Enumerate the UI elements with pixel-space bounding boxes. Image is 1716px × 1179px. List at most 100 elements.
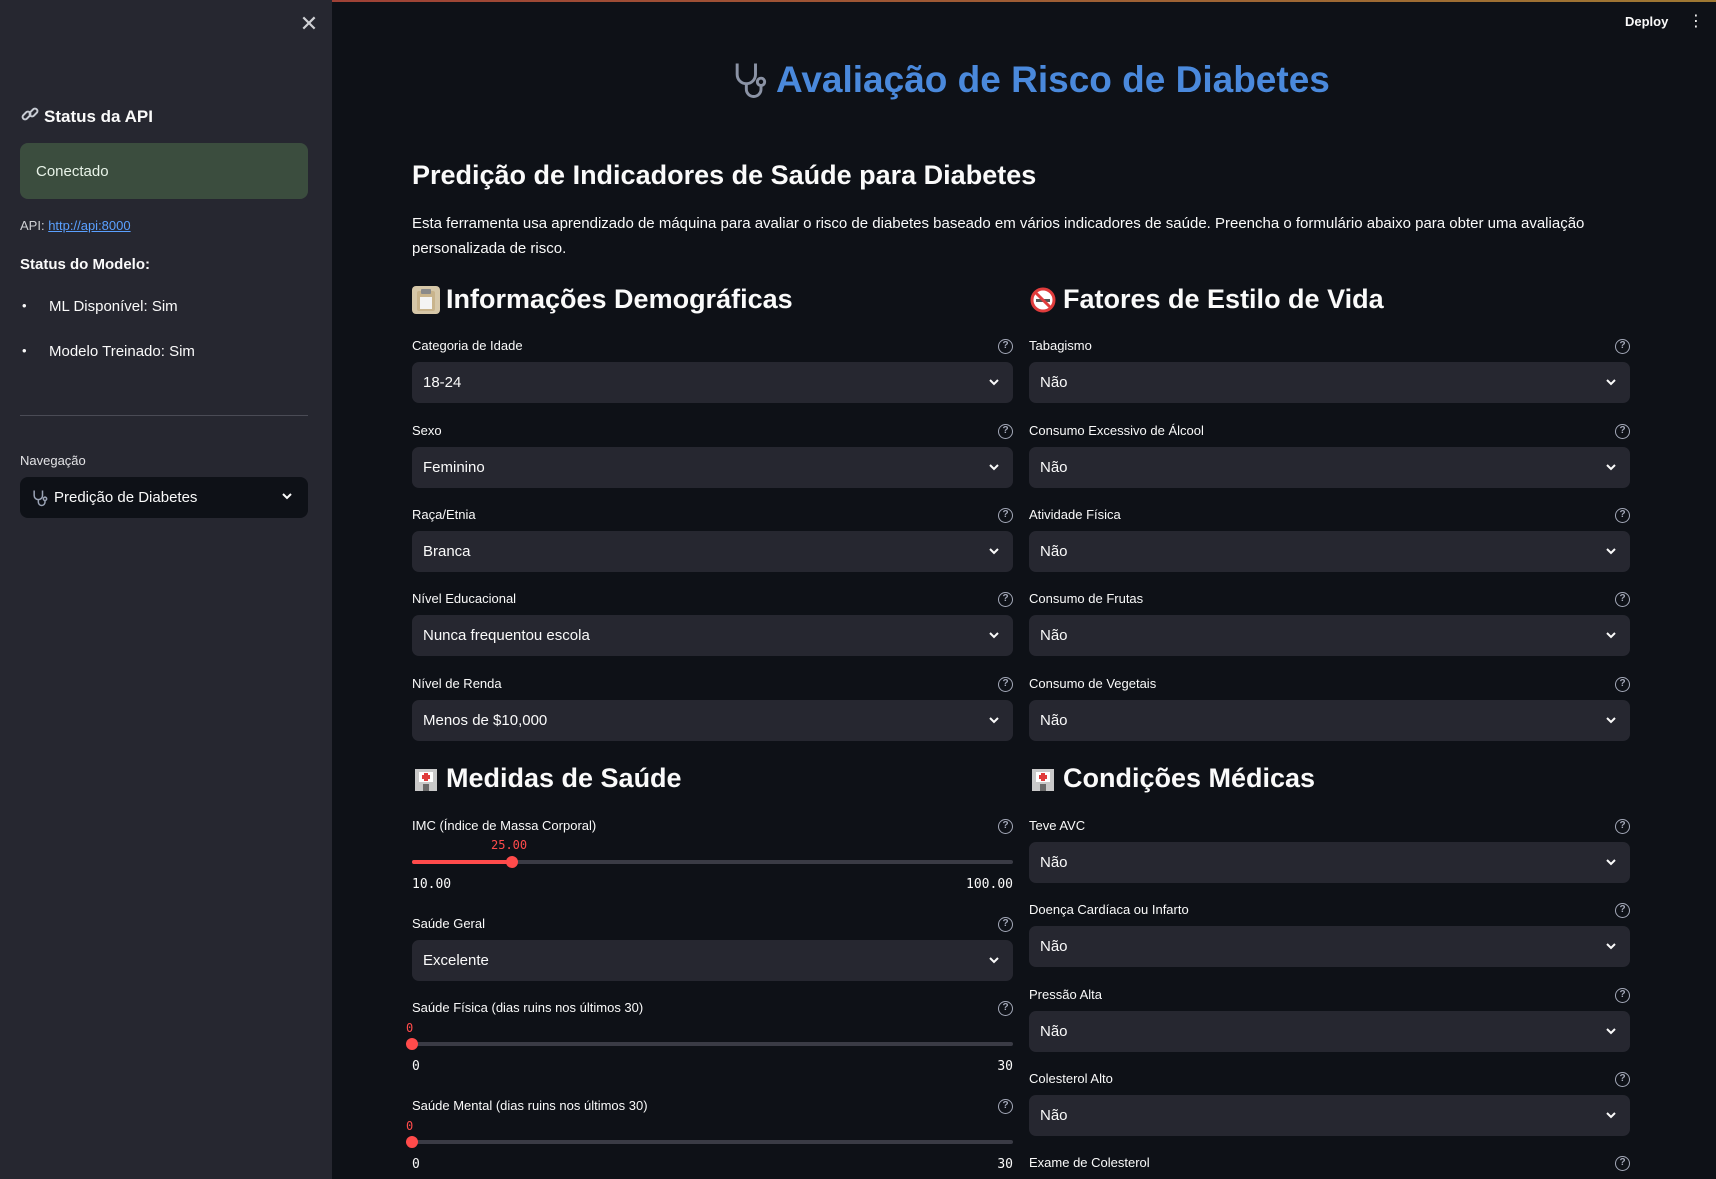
deploy-button[interactable]: Deploy [1625, 14, 1668, 29]
help-circle-icon[interactable]: ? [1615, 1156, 1630, 1171]
bmi-current-value: 25.00 [491, 838, 528, 852]
physical-activity-select[interactable]: Não [1029, 531, 1630, 572]
close-icon[interactable]: ✕ [298, 13, 320, 35]
education-select[interactable]: Nunca frequentou escola [412, 615, 1013, 656]
help-circle-icon[interactable]: ? [1615, 592, 1630, 607]
help-circle-icon[interactable]: ? [1615, 677, 1630, 692]
fruits-select[interactable]: Não [1029, 615, 1630, 656]
mental-health-label: Saúde Mental (dias ruins nos últimos 30) [412, 1098, 648, 1113]
connection-status-text: Conectado [36, 162, 109, 180]
help-circle-icon[interactable]: ? [998, 339, 1013, 354]
help-circle-icon[interactable]: ? [1615, 988, 1630, 1003]
hospital-icon [1029, 765, 1057, 793]
mental-health-max: 30 [997, 1157, 1013, 1172]
help-circle-icon[interactable]: ? [998, 819, 1013, 834]
smoking-select[interactable]: Não [1029, 362, 1630, 403]
nav-select-value: Predição de Diabetes [54, 489, 198, 506]
sex-label: Sexo [412, 423, 442, 438]
help-circle-icon[interactable]: ? [998, 1099, 1013, 1114]
no-smoking-icon [1029, 286, 1057, 314]
heart-disease-select[interactable]: Não [1029, 926, 1630, 967]
high-bp-value: Não [1040, 1023, 1068, 1040]
chevron-down-icon [987, 375, 1001, 393]
model-status-item: Modelo Treinado: Sim [49, 343, 195, 360]
education-label: Nível Educacional [412, 591, 517, 606]
high-cholesterol-select[interactable]: Não [1029, 1095, 1630, 1136]
race-select[interactable]: Branca [412, 531, 1013, 572]
sex-select[interactable]: Feminino [412, 447, 1013, 488]
chevron-down-icon [1604, 1024, 1618, 1042]
chevron-down-icon [1604, 375, 1618, 393]
api-url-link[interactable]: http://api:8000 [48, 218, 130, 233]
help-circle-icon[interactable]: ? [1615, 903, 1630, 918]
cholesterol-check-label: Exame de Colesterol [1029, 1155, 1150, 1170]
chevron-down-icon [1604, 460, 1618, 478]
page-title-text: Avaliação de Risco de Diabetes [776, 59, 1330, 100]
high-bp-select[interactable]: Não [1029, 1011, 1630, 1052]
vegetables-select[interactable]: Não [1029, 700, 1630, 741]
physical-health-track[interactable] [412, 1042, 1013, 1046]
help-circle-icon[interactable]: ? [1615, 1072, 1630, 1087]
clipboard-icon [412, 285, 440, 314]
vegetables-label: Consumo de Vegetais [1029, 676, 1157, 691]
kebab-menu-icon[interactable]: ⋮ [1688, 12, 1704, 32]
api-status-title: Status da API [44, 106, 153, 126]
chevron-down-icon [987, 713, 1001, 731]
general-health-select[interactable]: Excelente [412, 940, 1013, 981]
high-cholesterol-value: Não [1040, 1107, 1068, 1124]
help-circle-icon[interactable]: ? [1615, 339, 1630, 354]
api-status-heading: Status da API [20, 104, 153, 129]
smoking-value: Não [1040, 374, 1068, 391]
hospital-icon [412, 765, 440, 793]
model-status-item: ML Disponível: Sim [49, 298, 178, 315]
chevron-down-icon [1604, 628, 1618, 646]
chevron-down-icon [1604, 544, 1618, 562]
stethoscope-icon [30, 488, 50, 508]
list-item: • Modelo Treinado: Sim [22, 343, 195, 360]
help-circle-icon[interactable]: ? [998, 508, 1013, 523]
fruits-value: Não [1040, 627, 1068, 644]
nav-select[interactable]: Predição de Diabetes [20, 477, 308, 518]
physical-activity-value: Não [1040, 543, 1068, 560]
chevron-down-icon [987, 544, 1001, 562]
lifestyle-heading: Fatores de Estilo de Vida [1029, 284, 1384, 315]
physical-activity-label: Atividade Física [1029, 507, 1121, 522]
bmi-label: IMC (Índice de Massa Corporal) [412, 818, 597, 833]
stroke-select[interactable]: Não [1029, 842, 1630, 883]
mental-health-thumb[interactable] [406, 1136, 418, 1148]
bmi-fill [412, 860, 512, 864]
medical-heading: Condições Médicas [1029, 763, 1315, 794]
race-value: Branca [423, 543, 471, 560]
api-url-line: API: http://api:8000 [20, 218, 131, 233]
chevron-down-icon [987, 953, 1001, 971]
income-select[interactable]: Menos de $10,000 [412, 700, 1013, 741]
physical-health-thumb[interactable] [406, 1038, 418, 1050]
list-item: • ML Disponível: Sim [22, 298, 178, 315]
age-category-select[interactable]: 18-24 [412, 362, 1013, 403]
general-health-label: Saúde Geral [412, 916, 485, 931]
alcohol-select[interactable]: Não [1029, 447, 1630, 488]
help-circle-icon[interactable]: ? [998, 917, 1013, 932]
physical-health-min: 0 [412, 1059, 420, 1074]
help-circle-icon[interactable]: ? [998, 592, 1013, 607]
bmi-thumb[interactable] [506, 856, 518, 868]
age-category-label: Categoria de Idade [412, 338, 523, 353]
help-circle-icon[interactable]: ? [998, 677, 1013, 692]
physical-health-label: Saúde Física (dias ruins nos últimos 30) [412, 1000, 644, 1015]
income-label: Nível de Renda [412, 676, 502, 691]
api-prefix: API: [20, 218, 45, 233]
chevron-down-icon [1604, 939, 1618, 957]
race-label: Raça/Etnia [412, 507, 476, 522]
mental-health-current-value: 0 [406, 1119, 414, 1133]
health-title: Medidas de Saúde [446, 763, 682, 793]
help-circle-icon[interactable]: ? [1615, 508, 1630, 523]
model-status-list: • ML Disponível: Sim • Modelo Treinado: Si… [20, 298, 195, 388]
help-circle-icon[interactable]: ? [998, 424, 1013, 439]
help-circle-icon[interactable]: ? [998, 1001, 1013, 1016]
high-bp-label: Pressão Alta [1029, 987, 1102, 1002]
education-value: Nunca frequentou escola [423, 627, 590, 644]
help-circle-icon[interactable]: ? [1615, 819, 1630, 834]
mental-health-track[interactable] [412, 1140, 1013, 1144]
help-circle-icon[interactable]: ? [1615, 424, 1630, 439]
medical-title: Condições Médicas [1063, 763, 1316, 793]
